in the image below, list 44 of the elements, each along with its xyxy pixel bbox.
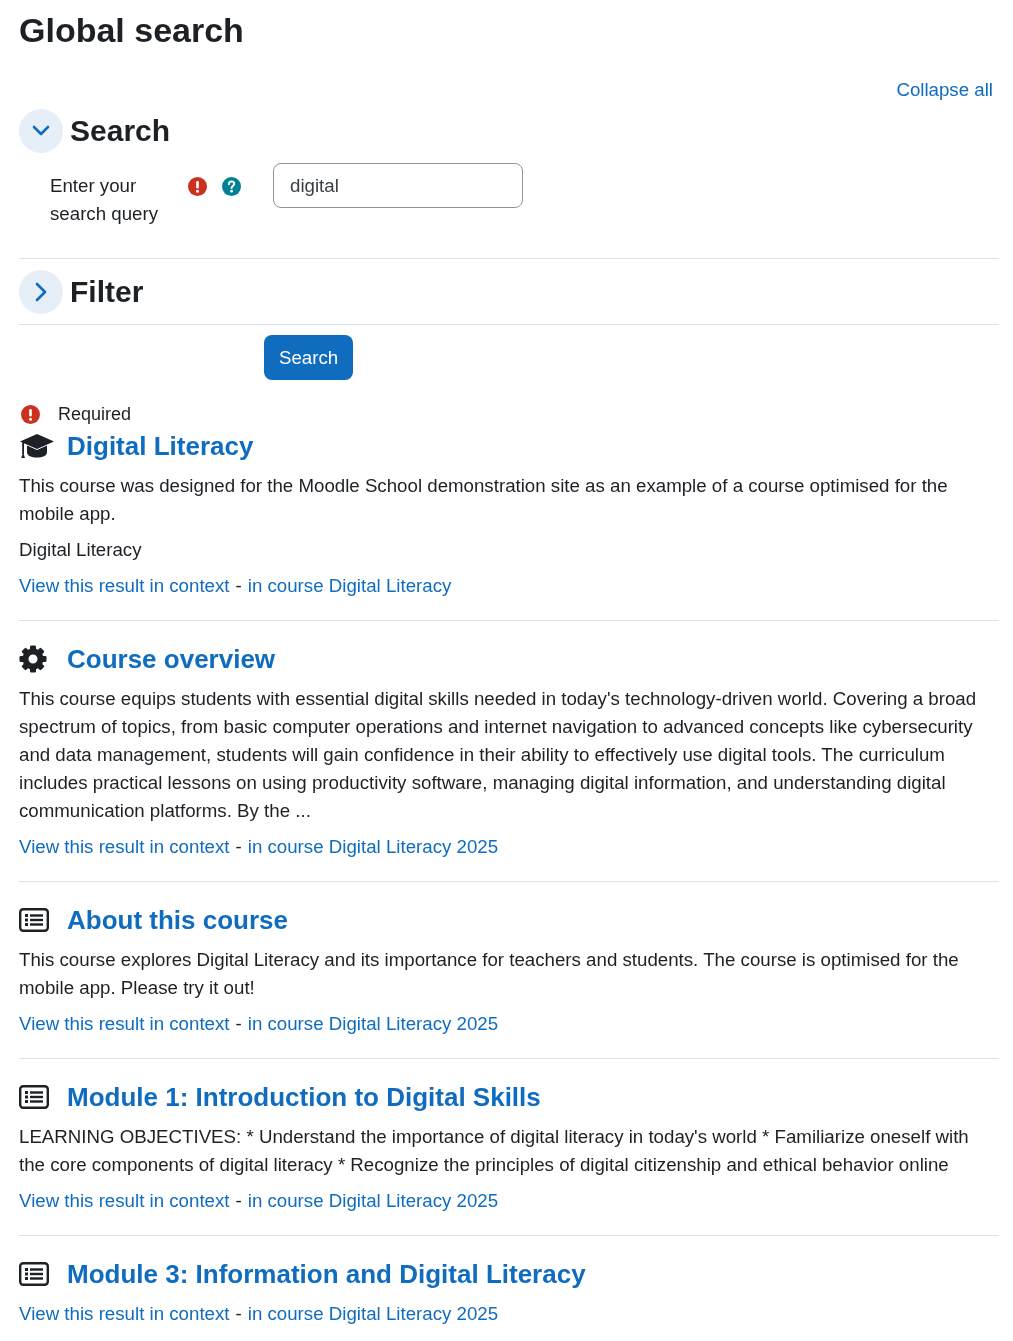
result-title-link[interactable]: Module 1: Introduction to Digital Skills: [67, 1079, 541, 1115]
list-icon: [19, 1085, 49, 1109]
separator-text: -: [235, 1012, 242, 1036]
result-description: This course explores Digital Literacy and its importance for teachers and students. The course is optimised for the mobile app. Please try it out!: [19, 948, 960, 1000]
separator-text: -: [235, 1189, 242, 1213]
field-label: Enter your search query: [50, 174, 160, 226]
result-title-link[interactable]: Digital Literacy: [67, 428, 254, 464]
exclamation-icon: [21, 404, 40, 424]
view-in-context-link[interactable]: View this result in context: [19, 1187, 230, 1215]
result-description: LEARNING OBJECTIVES: * Understand the importance of digital literacy in today's world * Familiarize oneself with the core components of digital literacy * Recognize the principles of digital citizenship and ethical behavior online: [19, 1125, 970, 1177]
result-title-link[interactable]: About this course: [67, 902, 288, 938]
view-in-context-link[interactable]: View this result in context: [19, 1010, 230, 1038]
result-title-link[interactable]: Module 3: Information and Digital Literacy: [67, 1256, 586, 1292]
separator-text: -: [235, 835, 242, 859]
result-description: This course equips students with essential digital skills needed in today's technology-driven world. Covering a broad spectrum of topics, from basic computer operations and internet navigation to advanced concepts like cybersecurity and data management, students will gain confidence in their ability to effectively use digital tools. The curriculum includes practical lessons on using productivity software, managing digital information, and understanding digital communication platforms. By the ...: [19, 687, 978, 823]
search-input[interactable]: digital: [273, 163, 523, 208]
section-toggle-button[interactable]: [19, 270, 63, 314]
view-in-context-link[interactable]: View this result in context: [19, 1300, 230, 1328]
result-description: This course was designed for the Moodle School demonstration site as an example of a course optimised for the mobile app.: [19, 474, 949, 526]
gear-icon: [19, 645, 47, 673]
search-button[interactable]: Search: [264, 335, 354, 380]
section-heading: Filter: [70, 274, 144, 310]
course-link[interactable]: in course Digital Literacy 2025: [247, 1300, 499, 1328]
page-title: Global search: [19, 10, 244, 51]
section-heading: Search: [70, 113, 171, 149]
course-link[interactable]: in course Digital Literacy 2025: [247, 1010, 499, 1038]
result-course-name: Digital Literacy: [19, 538, 143, 562]
section-toggle-button[interactable]: [19, 109, 63, 153]
result-title-link[interactable]: Course overview: [67, 641, 276, 677]
view-in-context-link[interactable]: View this result in context: [19, 572, 230, 600]
separator-text: -: [235, 574, 242, 598]
chevron-down-icon: [32, 125, 50, 137]
separator-text: -: [235, 1302, 242, 1326]
list-icon: [19, 908, 49, 932]
course-link[interactable]: in course Digital Literacy 2025: [247, 1187, 499, 1215]
help-icon[interactable]: [222, 177, 241, 196]
course-link[interactable]: in course Digital Literacy: [247, 572, 452, 600]
required-note: Required: [58, 404, 132, 424]
collapse-all-link[interactable]: Collapse all: [896, 76, 993, 104]
course-link[interactable]: in course Digital Literacy 2025: [247, 833, 499, 861]
list-icon: [19, 1262, 49, 1286]
chevron-right-icon: [35, 282, 47, 302]
view-in-context-link[interactable]: View this result in context: [19, 833, 230, 861]
graduation-cap-icon: [19, 433, 55, 459]
